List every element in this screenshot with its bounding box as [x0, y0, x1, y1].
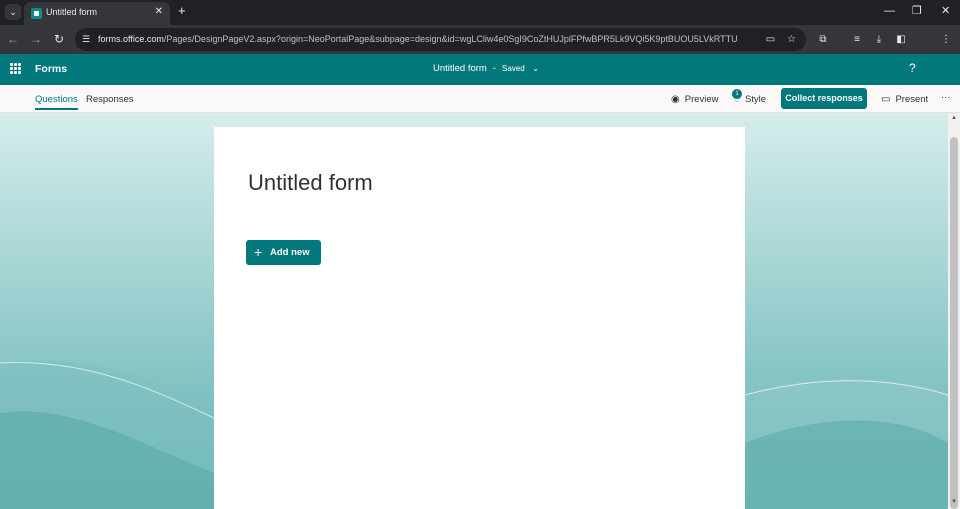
forms-favicon-icon: [31, 8, 42, 19]
cast-icon[interactable]: ▭: [764, 33, 777, 46]
document-title-menu[interactable]: Untitled form - Saved ⌄: [433, 63, 539, 74]
browser-tab[interactable]: Untitled form ✕: [24, 2, 170, 25]
forward-arrow-icon[interactable]: →: [28, 31, 44, 47]
preview-label: Preview: [684, 94, 719, 105]
reload-icon[interactable]: ↻: [51, 31, 67, 47]
add-new-label: Add new: [270, 247, 310, 258]
close-tab-icon[interactable]: ✕: [155, 6, 163, 17]
app-name[interactable]: Forms: [35, 63, 67, 75]
site-info-icon[interactable]: ☰: [82, 34, 92, 44]
bookmark-star-icon[interactable]: ☆: [785, 33, 798, 46]
present-label: Present: [895, 94, 929, 105]
tab-responses[interactable]: Responses: [86, 94, 134, 105]
tab-search-menu-icon[interactable]: ⌄: [5, 4, 21, 20]
monitor-icon: ▭: [881, 94, 891, 105]
page-scrollbar[interactable]: ▲ ▼: [948, 113, 960, 509]
preview-button[interactable]: ◉ Preview: [671, 94, 719, 105]
url-text[interactable]: forms.office.com/Pages/DesignPageV2.aspx…: [98, 34, 738, 44]
document-title: Untitled form: [433, 63, 487, 74]
style-label: Style: [744, 94, 767, 105]
save-status: Saved: [502, 64, 525, 73]
address-bar[interactable]: ☰ forms.office.com/Pages/DesignPageV2.as…: [75, 28, 806, 51]
back-arrow-icon[interactable]: ←: [5, 31, 21, 47]
minimize-window-icon[interactable]: —: [884, 5, 895, 17]
browser-tab-strip: ⌄ Untitled form ✕ + — ❐ ✕: [0, 0, 960, 25]
browser-menu-icon[interactable]: ⋮: [939, 33, 953, 47]
media-controls-icon[interactable]: ≡: [850, 33, 864, 47]
browser-tab-title: Untitled form: [46, 7, 98, 17]
extensions-icon[interactable]: ⧉: [816, 33, 830, 47]
present-button[interactable]: ▭ Present: [881, 94, 928, 105]
form-title[interactable]: Untitled form: [248, 170, 373, 196]
scroll-down-icon[interactable]: ▼: [950, 499, 958, 505]
help-button[interactable]: ?: [909, 61, 916, 75]
app-launcher-icon[interactable]: [10, 63, 21, 74]
close-window-icon[interactable]: ✕: [941, 5, 950, 17]
chevron-down-icon: ⌄: [532, 64, 540, 73]
download-icon[interactable]: ⤓: [872, 33, 886, 47]
more-options-icon[interactable]: ···: [941, 92, 951, 103]
side-panel-icon[interactable]: ◧: [894, 33, 908, 47]
browser-toolbar: ← → ↻ ☰ forms.office.com/Pages/DesignPag…: [0, 25, 960, 54]
scroll-up-icon[interactable]: ▲: [950, 115, 958, 121]
restore-window-icon[interactable]: ❐: [912, 5, 922, 17]
plus-icon: +: [254, 244, 263, 260]
collect-responses-button[interactable]: Collect responses: [781, 88, 867, 109]
scrollbar-thumb[interactable]: [950, 137, 958, 509]
forms-app-header: Forms Untitled form - Saved ⌄ ?: [0, 54, 960, 85]
tab-questions[interactable]: Questions: [35, 94, 78, 110]
eye-icon: ◉: [671, 94, 680, 105]
title-separator: -: [492, 63, 497, 74]
style-badge: 1: [732, 89, 742, 99]
add-new-button[interactable]: + Add new: [246, 240, 321, 265]
new-tab-button[interactable]: +: [178, 4, 186, 18]
